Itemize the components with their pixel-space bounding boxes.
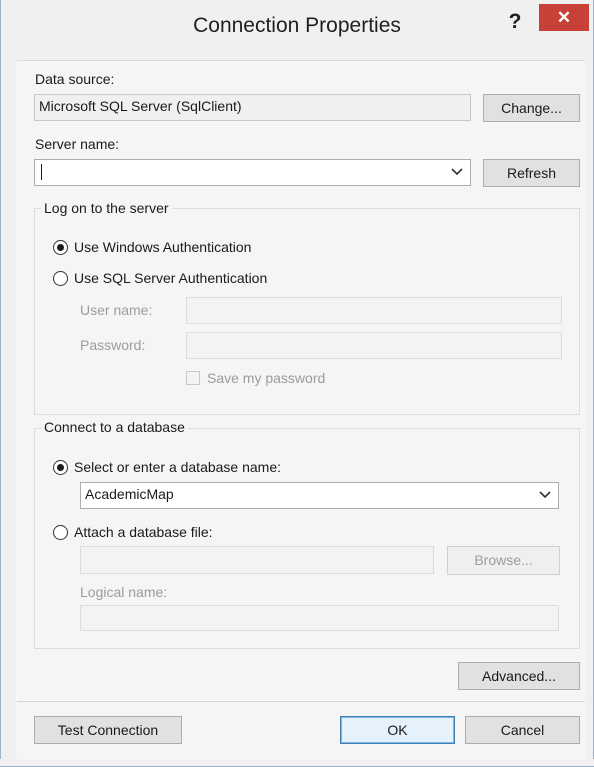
window-frame-right (586, 0, 594, 767)
ok-button[interactable]: OK (340, 716, 455, 744)
chevron-down-icon (539, 491, 551, 499)
username-field[interactable] (186, 297, 562, 324)
database-name-value: AcademicMap (85, 486, 174, 502)
database-name-combobox[interactable]: AcademicMap (80, 482, 559, 509)
chevron-down-icon (451, 168, 463, 176)
text-caret (41, 164, 42, 181)
windows-auth-radio[interactable] (53, 240, 68, 255)
logical-name-field[interactable] (80, 605, 559, 631)
password-field[interactable] (186, 332, 562, 359)
server-name-label: Server name: (35, 136, 120, 152)
advanced-button[interactable]: Advanced... (458, 662, 580, 690)
close-icon: ✕ (556, 8, 572, 27)
data-source-field: Microsoft SQL Server (SqlClient) (34, 94, 471, 121)
logical-name-label: Logical name: (80, 584, 168, 600)
save-password-checkbox[interactable] (186, 371, 200, 385)
footer-separator (17, 701, 585, 702)
select-database-radio[interactable] (53, 460, 68, 475)
attach-file-field[interactable] (80, 546, 434, 574)
username-label: User name: (80, 302, 153, 318)
close-button[interactable]: ✕ (539, 4, 589, 31)
windows-auth-label[interactable]: Use Windows Authentication (74, 239, 251, 255)
dialog-body: Data source: Microsoft SQL Server (SqlCl… (17, 60, 585, 760)
refresh-button[interactable]: Refresh (483, 159, 580, 187)
cancel-button[interactable]: Cancel (465, 716, 580, 744)
help-icon[interactable]: ? (503, 10, 527, 34)
sql-auth-radio[interactable] (53, 271, 68, 286)
window-frame-bottom (0, 759, 594, 767)
change-button[interactable]: Change... (483, 94, 580, 122)
sql-auth-label[interactable]: Use SQL Server Authentication (74, 270, 267, 286)
select-database-label[interactable]: Select or enter a database name: (74, 459, 281, 475)
connection-properties-dialog: Connection Properties ? ✕ Data source: M… (0, 0, 594, 767)
window-frame-left (0, 0, 16, 767)
server-name-combobox[interactable] (34, 159, 471, 186)
attach-file-radio[interactable] (53, 525, 68, 540)
browse-button[interactable]: Browse... (447, 546, 560, 575)
logon-group-title: Log on to the server (41, 200, 172, 216)
save-password-label[interactable]: Save my password (207, 370, 325, 386)
test-connection-button[interactable]: Test Connection (34, 716, 182, 744)
attach-file-label[interactable]: Attach a database file: (74, 524, 213, 540)
password-label: Password: (80, 337, 146, 353)
database-group-title: Connect to a database (41, 419, 188, 435)
data-source-label: Data source: (35, 71, 115, 87)
